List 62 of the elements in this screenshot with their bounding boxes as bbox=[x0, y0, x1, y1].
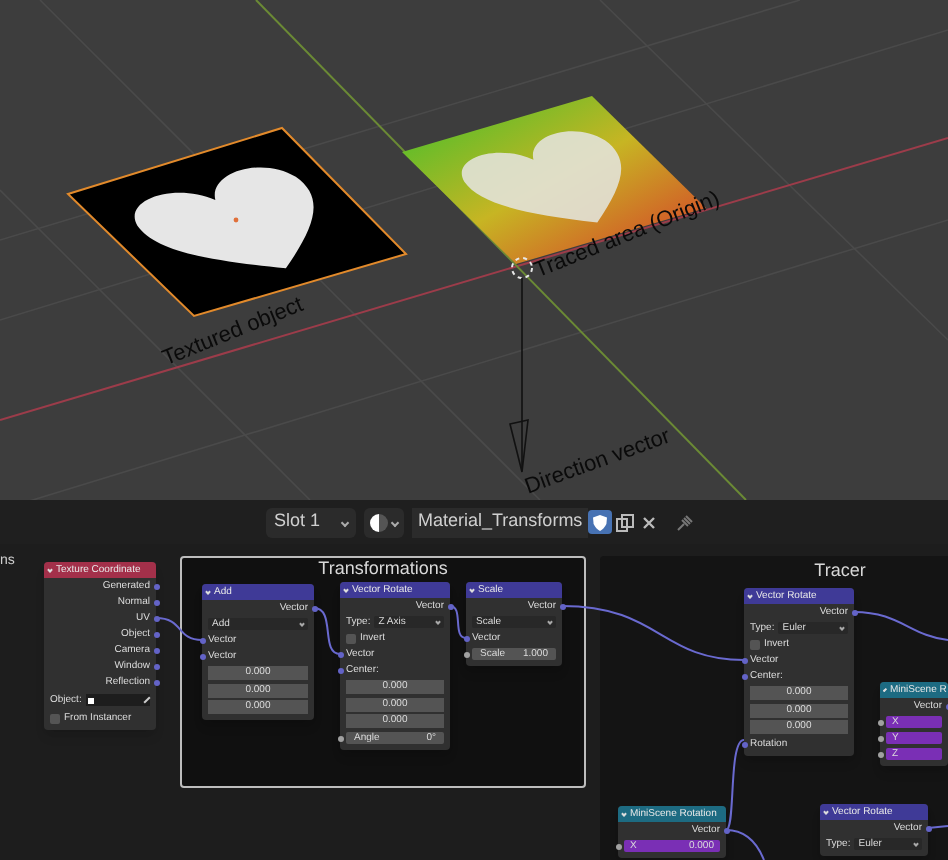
caret-icon bbox=[340, 517, 350, 527]
socket-icon[interactable] bbox=[337, 735, 343, 741]
socket-icon[interactable] bbox=[877, 751, 883, 757]
caret-icon bbox=[205, 589, 211, 595]
eyedropper-icon bbox=[143, 696, 151, 704]
caret-icon bbox=[47, 567, 53, 573]
checkbox[interactable] bbox=[750, 639, 760, 649]
caret-icon bbox=[621, 811, 627, 817]
caret-icon bbox=[390, 517, 400, 527]
socket-icon[interactable] bbox=[311, 605, 317, 611]
origin-dot bbox=[233, 217, 239, 223]
socket-icon[interactable] bbox=[153, 663, 159, 669]
socket-icon[interactable] bbox=[199, 637, 205, 643]
slot-dropdown[interactable]: Slot 1 bbox=[266, 507, 356, 537]
caret-icon bbox=[882, 687, 888, 693]
caret-icon bbox=[747, 593, 753, 599]
frame-title: Tracer bbox=[814, 562, 866, 580]
caret-icon bbox=[547, 619, 553, 625]
caret-icon bbox=[343, 587, 349, 593]
socket-icon[interactable] bbox=[153, 631, 159, 637]
socket-icon[interactable] bbox=[337, 667, 343, 673]
caret-icon bbox=[823, 809, 829, 815]
caret-icon bbox=[839, 625, 845, 631]
socket-icon[interactable] bbox=[741, 673, 747, 679]
fake-user-button[interactable] bbox=[588, 510, 613, 534]
object-field[interactable] bbox=[85, 694, 150, 706]
socket-icon[interactable] bbox=[337, 651, 343, 657]
shield-icon bbox=[592, 513, 609, 531]
socket-icon[interactable] bbox=[741, 741, 747, 747]
socket-icon[interactable] bbox=[153, 615, 159, 621]
socket-icon[interactable] bbox=[153, 679, 159, 685]
caret-icon bbox=[913, 841, 919, 847]
node-link bbox=[155, 617, 203, 641]
socket-icon[interactable] bbox=[615, 843, 621, 849]
origin-circle-icon bbox=[511, 257, 533, 279]
socket-icon[interactable] bbox=[463, 651, 469, 657]
socket-icon[interactable] bbox=[925, 825, 931, 831]
socket-icon[interactable] bbox=[463, 635, 469, 641]
node-link bbox=[853, 611, 948, 641]
socket-icon[interactable] bbox=[153, 583, 159, 589]
socket-icon[interactable] bbox=[199, 653, 205, 659]
socket-icon[interactable] bbox=[851, 609, 857, 615]
checkbox[interactable] bbox=[346, 633, 356, 643]
caret-icon bbox=[299, 621, 305, 627]
close-icon[interactable] bbox=[642, 515, 657, 529]
material-browse-button[interactable] bbox=[364, 507, 404, 537]
socket-icon[interactable] bbox=[877, 719, 883, 725]
duplicate-icon[interactable] bbox=[616, 513, 635, 531]
socket-icon[interactable] bbox=[153, 647, 159, 653]
checkbox[interactable] bbox=[50, 713, 60, 723]
socket-icon[interactable] bbox=[153, 599, 159, 605]
node-link bbox=[313, 607, 341, 655]
frame-title: Transformations bbox=[318, 560, 448, 578]
node-link bbox=[927, 825, 948, 829]
caret-icon bbox=[435, 619, 441, 625]
socket-icon[interactable] bbox=[559, 603, 565, 609]
material-name-field[interactable]: Material_Transforms bbox=[412, 507, 589, 537]
socket-icon[interactable] bbox=[877, 735, 883, 741]
caret-icon bbox=[469, 587, 475, 593]
node-link bbox=[449, 605, 467, 639]
socket-icon[interactable] bbox=[741, 657, 747, 663]
socket-icon[interactable] bbox=[447, 603, 453, 609]
